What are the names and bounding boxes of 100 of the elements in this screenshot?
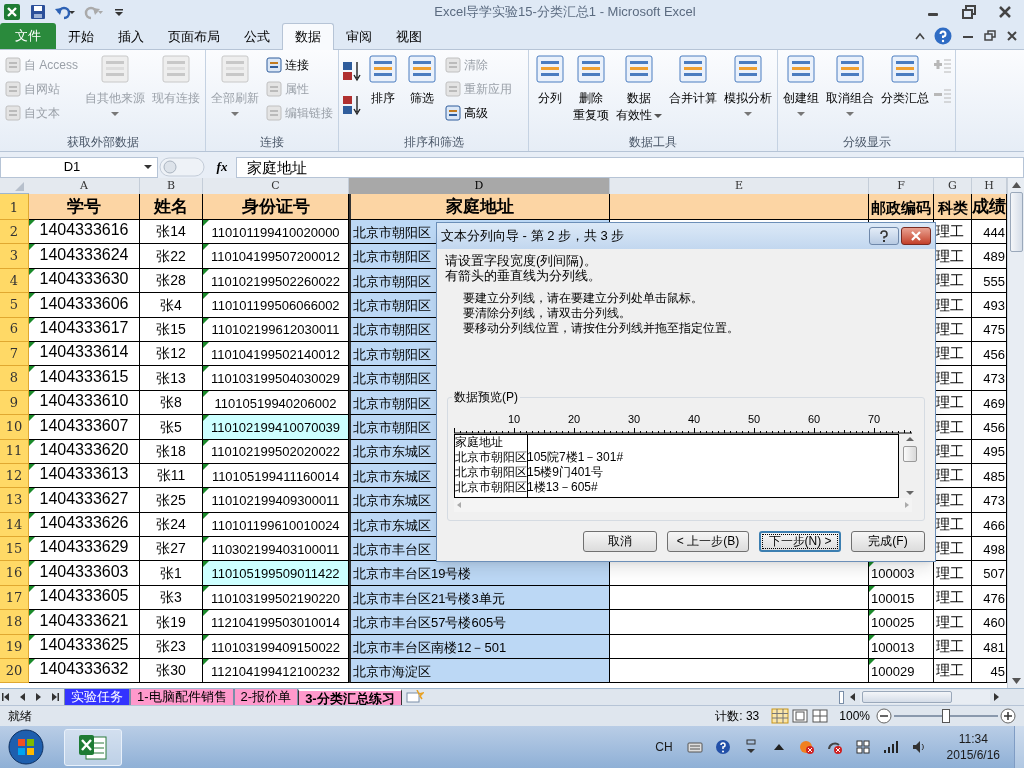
zoom-in-icon[interactable]: [1000, 708, 1016, 724]
zoom-out-icon[interactable]: [876, 708, 892, 724]
horizontal-scroll-thumb[interactable]: [862, 691, 952, 703]
row-header[interactable]: 7: [0, 341, 29, 367]
table-header: 学号: [67, 195, 101, 218]
row-header[interactable]: 11: [0, 439, 29, 464]
group-label: 连接: [259, 134, 285, 151]
restore-workbook-icon[interactable]: [984, 30, 996, 42]
row-header[interactable]: 1: [0, 194, 29, 220]
row-header[interactable]: 18: [0, 610, 29, 635]
normal-view-icon[interactable]: [771, 708, 790, 724]
sheet-tab[interactable]: 3-分类汇总练习: [298, 688, 402, 706]
row-header[interactable]: 14: [0, 512, 29, 538]
dialog-button[interactable]: 下一步(N) >: [759, 530, 841, 552]
table-cell-text: 北京市东城区: [353, 492, 431, 511]
row-header[interactable]: 4: [0, 268, 29, 294]
table-cell-text: 460: [983, 614, 1005, 633]
ribbon-button[interactable]: 高级: [443, 102, 514, 124]
vertical-scroll-thumb[interactable]: [902, 446, 917, 462]
sheet-tab[interactable]: 2-报价单: [233, 688, 299, 706]
column-header[interactable]: H: [972, 178, 1007, 194]
signal-icon[interactable]: [882, 739, 899, 755]
close-button[interactable]: [901, 227, 931, 245]
row-header[interactable]: 12: [0, 463, 29, 489]
ribbon-button[interactable]: 连接: [264, 54, 335, 76]
ribbon-button[interactable]: 排序: [365, 54, 401, 107]
close-workbook-icon[interactable]: [1006, 30, 1018, 42]
restore-icon[interactable]: [962, 5, 976, 19]
row-header[interactable]: 3: [0, 244, 29, 269]
page-layout-view-icon[interactable]: [791, 708, 810, 724]
row-header[interactable]: 2: [0, 220, 29, 245]
ribbon-tab[interactable]: 数据: [282, 23, 334, 50]
dialog-button[interactable]: 取消: [583, 530, 657, 552]
help-icon[interactable]: [714, 739, 731, 755]
sheet-tab[interactable]: 1-电脑配件销售: [130, 688, 234, 706]
column-header[interactable]: C: [203, 178, 349, 194]
row-header[interactable]: 5: [0, 293, 29, 318]
column-header[interactable]: G: [934, 178, 972, 194]
network-error-icon[interactable]: [826, 739, 843, 755]
clock-time[interactable]: 11:34: [958, 731, 988, 747]
sort-ascending-icon[interactable]: [342, 60, 362, 82]
dialog-button[interactable]: 完成(F): [851, 530, 925, 552]
row-header[interactable]: 17: [0, 585, 29, 611]
column-header[interactable]: A: [29, 178, 140, 194]
collapse-ribbon-icon[interactable]: [914, 31, 926, 41]
tab-split-handle[interactable]: [839, 690, 844, 704]
row-header[interactable]: 19: [0, 634, 29, 660]
row-header[interactable]: 9: [0, 390, 29, 416]
language-indicator[interactable]: CH: [655, 738, 673, 756]
table-cell-text: 555: [983, 272, 1005, 291]
help-icon[interactable]: [934, 27, 952, 45]
ribbon-button[interactable]: 合并计算: [667, 54, 719, 107]
ribbon-tab[interactable]: 视图: [384, 24, 434, 49]
security-alert-icon[interactable]: [798, 739, 815, 755]
column-header[interactable]: B: [140, 178, 203, 194]
ribbon-tab[interactable]: 开始: [56, 24, 106, 49]
taskbar-excel-button[interactable]: [64, 728, 122, 766]
close-icon[interactable]: [998, 5, 1012, 19]
table-cell-text: 110102199409300011: [211, 492, 340, 511]
undo-icon[interactable]: [54, 4, 76, 20]
ribbon-button[interactable]: 取消组合: [824, 54, 876, 117]
help-button[interactable]: [869, 227, 899, 245]
ribbon-tab[interactable]: 公式: [232, 24, 282, 49]
row-header[interactable]: 20: [0, 659, 29, 684]
insert-function-button[interactable]: fx: [208, 157, 236, 177]
column-header[interactable]: E: [610, 178, 869, 194]
table-cell-text: 1404333616: [39, 220, 129, 241]
column-header[interactable]: F: [869, 178, 934, 194]
name-box[interactable]: D1: [0, 156, 158, 178]
row-header[interactable]: 13: [0, 488, 29, 513]
file-tab[interactable]: 文件: [0, 23, 56, 49]
ribbon-button[interactable]: 模拟分析: [722, 54, 774, 117]
row-header[interactable]: 10: [0, 415, 29, 440]
dialog-button[interactable]: < 上一步(B): [667, 530, 749, 552]
page-break-view-icon[interactable]: [811, 708, 830, 724]
row-header[interactable]: 6: [0, 317, 29, 342]
ribbon-button[interactable]: 分类汇总: [879, 54, 931, 107]
row-header[interactable]: 16: [0, 561, 29, 586]
ribbon-button[interactable]: 创建组: [781, 54, 821, 117]
windows-flag-icon[interactable]: [854, 739, 871, 755]
keyboard-icon[interactable]: [686, 739, 703, 755]
row-header[interactable]: 15: [0, 537, 29, 562]
vertical-scroll-thumb[interactable]: [1009, 192, 1023, 252]
instruction-text: 要清除分列线，请双击分列线。: [463, 306, 632, 321]
clock-date[interactable]: 2015/6/16: [946, 747, 1000, 763]
sort-descending-icon[interactable]: [342, 94, 362, 116]
volume-icon[interactable]: [910, 739, 927, 755]
column-header[interactable]: D: [349, 178, 610, 194]
zoom-slider-thumb[interactable]: [942, 709, 950, 723]
formula-field[interactable]: 家庭地址: [236, 156, 1024, 178]
ribbon-button[interactable]: 数据 有效性: [614, 54, 664, 124]
ribbon-button[interactable]: 删除 重复项: [571, 54, 611, 124]
ribbon-tab[interactable]: 插入: [106, 24, 156, 49]
ribbon-tab[interactable]: 审阅: [334, 24, 384, 49]
ribbon-tab[interactable]: 页面布局: [156, 24, 232, 49]
ribbon-button[interactable]: 筛选: [404, 54, 440, 107]
save-icon[interactable]: [30, 4, 46, 20]
sheet-tab[interactable]: 实验任务: [64, 688, 130, 706]
ribbon-button[interactable]: 分列: [532, 54, 568, 107]
row-header[interactable]: 8: [0, 366, 29, 391]
